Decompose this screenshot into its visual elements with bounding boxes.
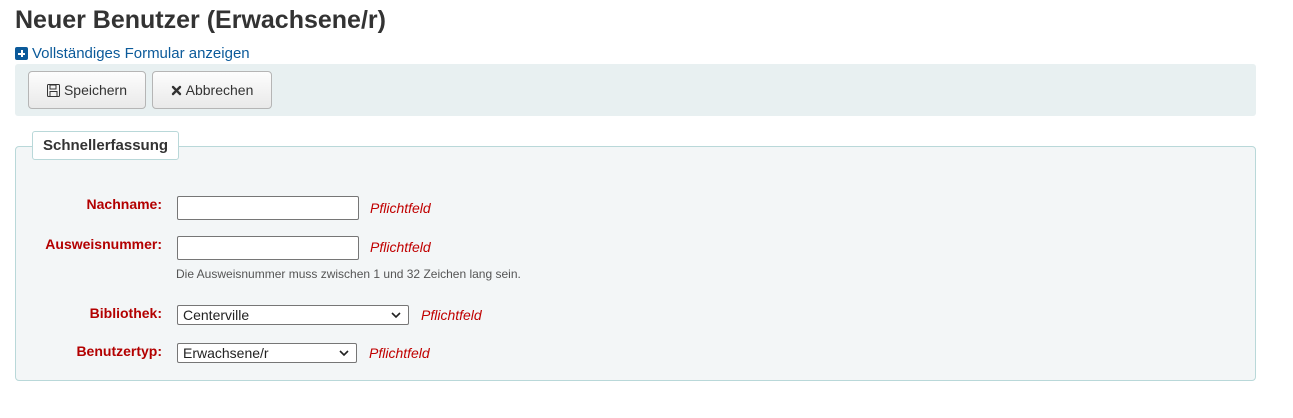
cardnumber-hint: Die Ausweisnummer muss zwischen 1 und 32… bbox=[176, 267, 521, 281]
cancel-button-label: Abbrechen bbox=[185, 82, 254, 98]
fieldset-legend: Schnellerfassung bbox=[32, 131, 180, 160]
save-button[interactable]: Speichern bbox=[28, 71, 146, 109]
save-button-label: Speichern bbox=[63, 82, 128, 98]
library-select[interactable]: Centerville bbox=[177, 305, 409, 325]
page-title: Neuer Benutzer (Erwachsene/r) bbox=[15, 6, 386, 34]
category-label: Benutzertyp: bbox=[76, 343, 162, 359]
cardnumber-input[interactable] bbox=[177, 236, 359, 260]
library-selected-value: Centerville bbox=[183, 307, 250, 323]
show-full-form-label: Vollständiges Formular anzeigen bbox=[32, 45, 250, 62]
library-required-note: Pflichtfeld bbox=[421, 307, 482, 323]
category-select[interactable]: Erwachsene/r bbox=[177, 343, 357, 363]
cardnumber-label: Ausweisnummer: bbox=[45, 236, 162, 252]
surname-required-note: Pflichtfeld bbox=[370, 200, 431, 216]
plus-square-icon bbox=[15, 47, 28, 60]
cancel-button[interactable]: Abbrechen bbox=[152, 71, 272, 109]
surname-input[interactable] bbox=[177, 196, 359, 220]
category-required-note: Pflichtfeld bbox=[369, 345, 430, 361]
form-toolbar: Speichern Abbrechen bbox=[15, 64, 1256, 116]
surname-label: Nachname: bbox=[86, 196, 162, 212]
chevron-down-icon bbox=[339, 350, 349, 357]
library-label: Bibliothek: bbox=[89, 305, 162, 321]
category-selected-value: Erwachsene/r bbox=[183, 345, 269, 361]
floppy-disk-icon bbox=[46, 83, 60, 97]
chevron-down-icon bbox=[391, 312, 401, 319]
show-full-form-link[interactable]: Vollständiges Formular anzeigen bbox=[15, 45, 250, 62]
cardnumber-required-note: Pflichtfeld bbox=[370, 239, 431, 255]
x-icon bbox=[171, 85, 182, 96]
